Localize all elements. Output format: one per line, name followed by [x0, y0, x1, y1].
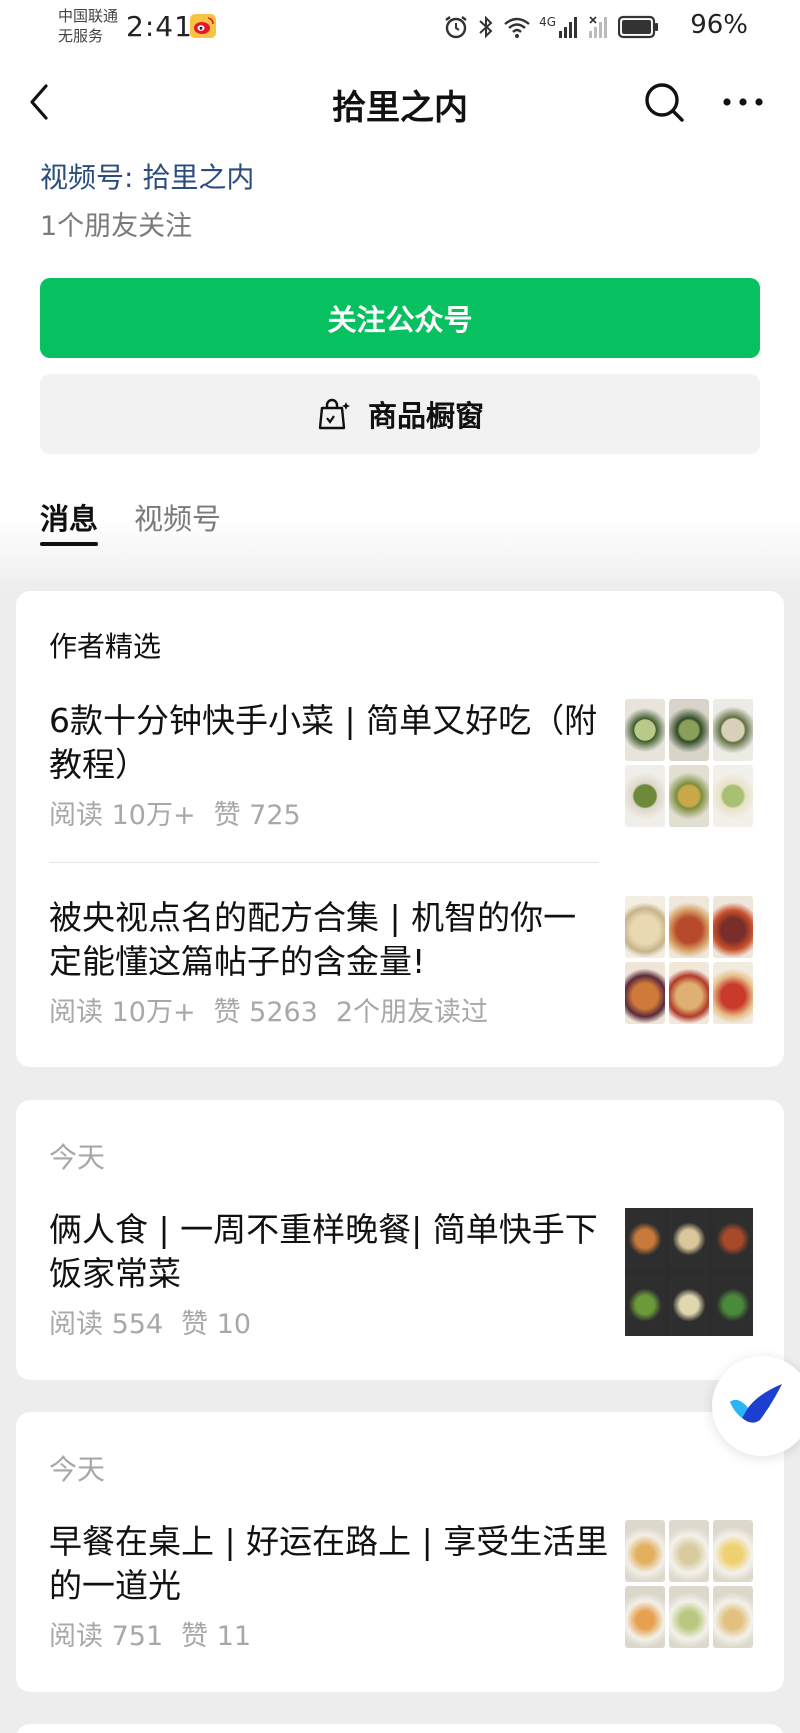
article-meta: 阅读 10万+ 赞 725 [49, 793, 319, 832]
weibo-icon [190, 14, 216, 38]
read-count: 阅读 554 [49, 1309, 164, 1340]
article-meta: 阅读 10万+ 赞 5263 2个朋友读过 [49, 990, 506, 1029]
article-meta: 阅读 751 赞 11 [49, 1614, 269, 1653]
article-item[interactable]: 俩人食 | 一周不重样晚餐| 简单快手下饭家常菜 阅读 554 赞 10 [49, 1208, 753, 1341]
like-count: 赞 725 [213, 800, 301, 831]
like-count: 赞 11 [181, 1621, 252, 1652]
status-bar: 中国联通 无服务 2:41 4G 96% [0, 0, 800, 56]
network-type-label: 4G [539, 15, 556, 29]
feed-card-partial [16, 1724, 784, 1733]
feed-card: 今天 早餐在桌上 | 好运在路上 | 享受生活里的一道光 阅读 751 赞 11 [16, 1412, 784, 1692]
friends-read: 2个朋友读过 [335, 997, 489, 1028]
content-tabs: 消息 视频号 [40, 496, 221, 546]
nav-bar: 拾里之内 [0, 62, 800, 142]
feed-card: 今天 俩人食 | 一周不重样晚餐| 简单快手下饭家常菜 阅读 554 赞 10 [16, 1100, 784, 1380]
alarm-icon [445, 16, 467, 39]
channel-prefix: 视频号: [40, 161, 143, 194]
like-count: 赞 10 [181, 1309, 252, 1340]
chevron-left-icon[interactable] [22, 80, 56, 124]
article-title: 俩人食 | 一周不重样晚餐| 简单快手下饭家常菜 [49, 1210, 598, 1293]
battery-icon [618, 15, 658, 39]
post-date: 今天 [49, 1453, 106, 1486]
article-item[interactable]: 6款十分钟快手小菜 | 简单又好吃（附教程） 阅读 10万+ 赞 725 [49, 699, 753, 832]
article-thumbnail [625, 1208, 753, 1336]
tab-messages[interactable]: 消息 [40, 496, 99, 546]
like-count: 赞 5263 [213, 997, 318, 1028]
wifi-icon [504, 17, 530, 38]
follow-button-label: 关注公众号 [327, 305, 473, 337]
tab-channels[interactable]: 视频号 [134, 496, 221, 540]
post-date: 今天 [49, 1141, 106, 1174]
more-dots-icon[interactable] [720, 88, 766, 116]
shop-window-button[interactable]: 商品橱窗 [40, 374, 760, 454]
article-title: 早餐在桌上 | 好运在路上 | 享受生活里的一道光 [49, 1522, 609, 1605]
featured-card: 作者精选 6款十分钟快手小菜 | 简单又好吃（附教程） 阅读 10万+ 赞 725… [16, 591, 784, 1067]
carrier-info: 中国联通 无服务 [58, 6, 118, 46]
assistant-logo-icon [730, 1384, 782, 1423]
shop-button-label: 商品橱窗 [367, 401, 484, 433]
follow-account-button[interactable]: 关注公众号 [40, 278, 760, 358]
status-icons: 4G [443, 12, 660, 42]
signal-no-service-icon [589, 16, 607, 38]
signal-icon [559, 17, 577, 38]
search-icon[interactable] [642, 80, 686, 124]
shopping-bag-icon [318, 398, 350, 430]
battery-percentage: 96% [690, 10, 748, 40]
friends-following-count: 1个朋友关注 [40, 211, 193, 242]
featured-heading: 作者精选 [49, 630, 162, 663]
bluetooth-icon [479, 15, 493, 39]
article-title: 被央视点名的配方合集 | 机智的你一定能懂这篇帖子的含金量! [49, 898, 577, 981]
article-thumbnail [625, 896, 753, 1024]
read-count: 阅读 751 [49, 1621, 164, 1652]
status-time: 2:41 [126, 10, 193, 43]
article-item[interactable]: 早餐在桌上 | 好运在路上 | 享受生活里的一道光 阅读 751 赞 11 [49, 1520, 753, 1653]
article-divider [49, 862, 599, 863]
article-title: 6款十分钟快手小菜 | 简单又好吃（附教程） [49, 701, 598, 784]
read-count: 阅读 10万+ [49, 997, 196, 1028]
account-page: 中国联通 无服务 2:41 4G 96% 拾里之内 视频号: 拾里之内 1个朋友… [0, 0, 800, 1733]
channel-link[interactable]: 视频号: 拾里之内 [40, 156, 254, 196]
article-thumbnail [625, 699, 753, 827]
article-item[interactable]: 被央视点名的配方合集 | 机智的你一定能懂这篇帖子的含金量! 阅读 10万+ 赞 … [49, 896, 753, 1029]
carrier-service: 无服务 [58, 27, 104, 45]
channel-name: 拾里之内 [142, 161, 255, 194]
carrier-name: 中国联通 [58, 7, 119, 25]
article-meta: 阅读 554 赞 10 [49, 1302, 269, 1341]
read-count: 阅读 10万+ [49, 800, 196, 831]
article-thumbnail [625, 1520, 753, 1648]
